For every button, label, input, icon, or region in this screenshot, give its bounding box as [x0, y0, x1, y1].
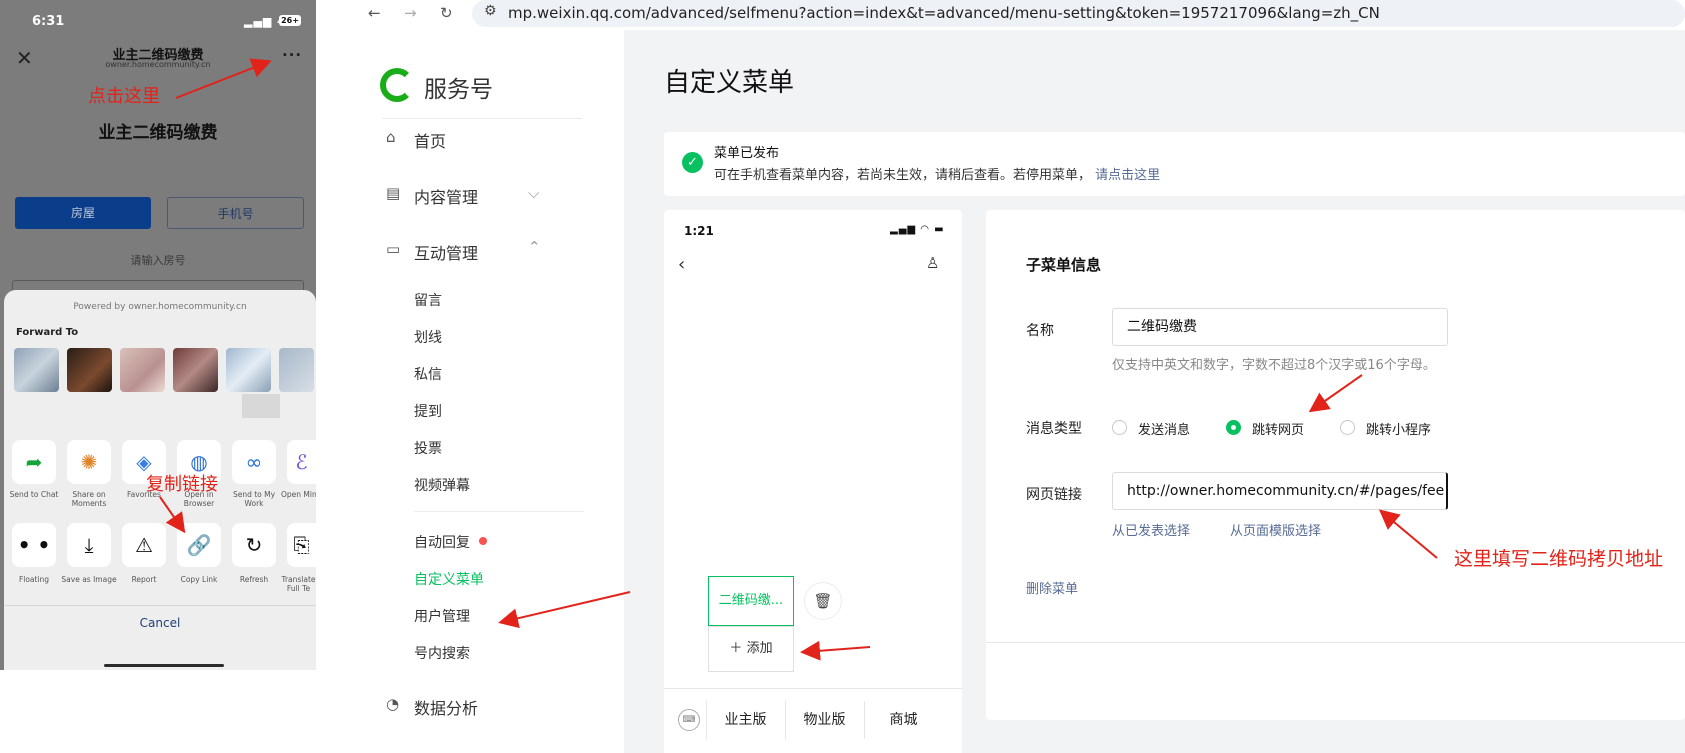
arrow-to-web-radio	[1308, 374, 1363, 413]
browser-annotation-arrows	[498, 374, 1438, 661]
arrow-to-add-button	[800, 640, 871, 661]
arrow-to-url-input	[1378, 509, 1438, 559]
phone-annotation-arrows	[159, 58, 272, 534]
arrow-to-more	[175, 58, 272, 99]
arrow-to-copy-link	[159, 496, 186, 534]
arrow-to-custom-menu	[498, 591, 631, 629]
